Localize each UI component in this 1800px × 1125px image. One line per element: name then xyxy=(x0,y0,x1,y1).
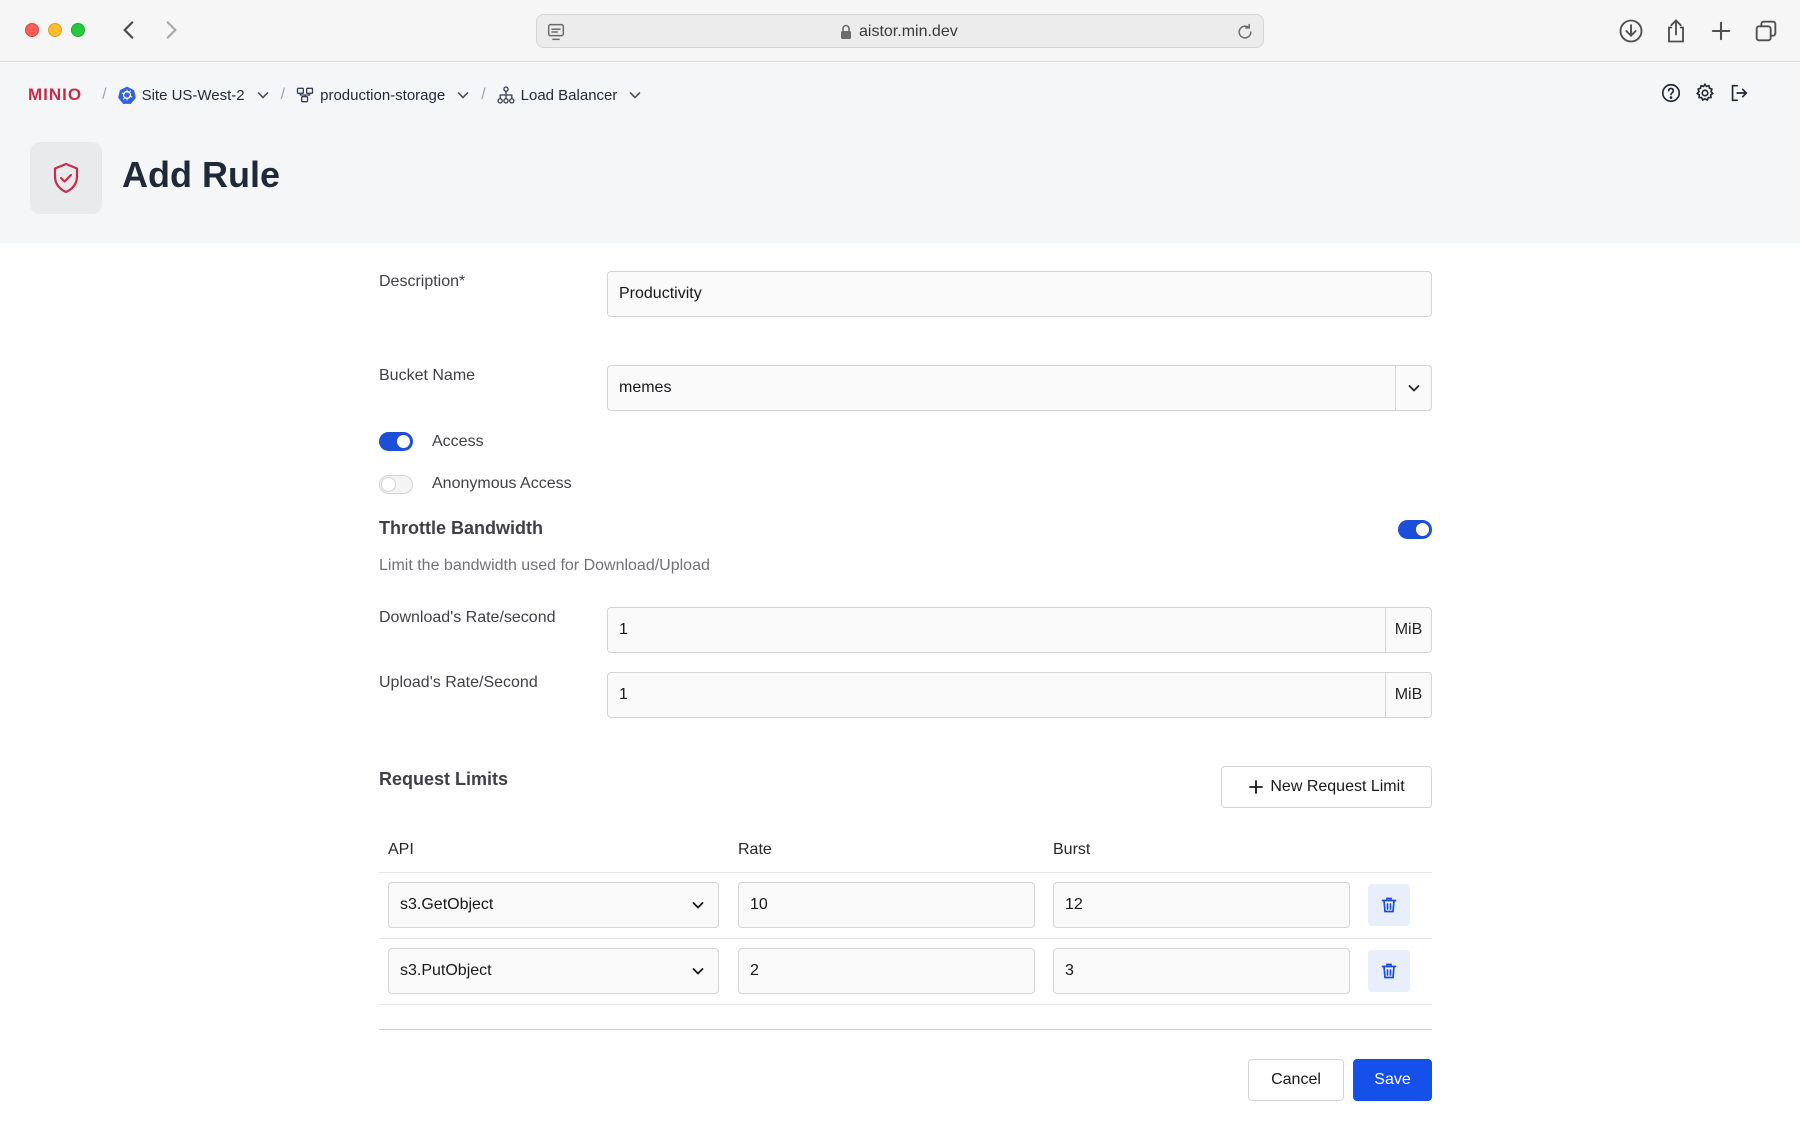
forward-icon[interactable] xyxy=(158,17,184,43)
rate-input[interactable]: 2 xyxy=(738,948,1035,994)
close-window-button[interactable] xyxy=(25,23,39,37)
table-row-divider xyxy=(379,938,1432,939)
load-balancer-icon xyxy=(497,86,515,104)
address-bar[interactable]: aistor.min.dev xyxy=(536,14,1264,48)
cancel-button-label: Cancel xyxy=(1271,1071,1321,1088)
page-menu-icon[interactable] xyxy=(545,21,567,43)
upload-rate-label: Upload's Rate/Second xyxy=(379,674,538,691)
bucket-name-value: memes xyxy=(619,379,672,396)
trash-icon xyxy=(1381,963,1397,979)
chevron-down-icon xyxy=(457,92,469,99)
download-rate-value: 1 xyxy=(619,621,628,638)
throttle-helper-text: Limit the bandwidth used for Download/Up… xyxy=(379,557,710,574)
burst-value: 12 xyxy=(1065,896,1083,913)
shield-check-icon xyxy=(53,162,79,194)
chevron-down-icon[interactable] xyxy=(1395,366,1431,410)
chevron-down-icon xyxy=(692,902,704,909)
burst-input[interactable]: 3 xyxy=(1053,948,1350,994)
reload-icon[interactable] xyxy=(1235,22,1255,42)
breadcrumb-section[interactable]: Load Balancer xyxy=(496,85,644,105)
anonymous-access-label: Anonymous Access xyxy=(432,475,572,492)
delete-row-button[interactable] xyxy=(1368,950,1410,992)
breadcrumb-site-label: Site US-West-2 xyxy=(141,86,245,104)
rate-value: 10 xyxy=(750,896,768,913)
api-select[interactable]: s3.GetObject xyxy=(388,882,719,928)
api-select-value: s3.GetObject xyxy=(400,896,494,913)
bucket-name-select[interactable]: memes xyxy=(607,365,1432,411)
description-input[interactable]: Productivity xyxy=(607,271,1432,317)
breadcrumb-section-label: Load Balancer xyxy=(520,86,618,104)
app-header: MINIO / Site US-West-2 / production-stor… xyxy=(0,62,1800,243)
download-rate-input[interactable]: 1 MiB xyxy=(607,607,1432,653)
share-icon[interactable] xyxy=(1662,17,1690,45)
back-icon[interactable] xyxy=(116,17,142,43)
new-request-limit-label: New Request Limit xyxy=(1270,778,1405,795)
browser-toolbar: aistor.min.dev xyxy=(0,0,1800,62)
zoom-window-button[interactable] xyxy=(71,23,85,37)
chevron-down-icon xyxy=(257,92,268,99)
page-icon-container xyxy=(30,142,102,214)
header-tools xyxy=(1660,82,1750,104)
minio-logo[interactable]: MINIO xyxy=(28,85,82,105)
kubernetes-icon xyxy=(117,86,136,104)
download-icon[interactable] xyxy=(1617,17,1645,45)
table-row-divider xyxy=(379,1004,1432,1005)
api-select-value: s3.PutObject xyxy=(400,962,492,979)
lock-icon xyxy=(838,23,854,41)
chevron-down-icon xyxy=(630,92,641,99)
download-rate-label: Download's Rate/second xyxy=(379,609,556,626)
cluster-icon xyxy=(296,87,314,103)
tab-overview-icon[interactable] xyxy=(1752,17,1780,45)
description-value: Productivity xyxy=(619,285,702,302)
save-button[interactable]: Save xyxy=(1353,1059,1432,1101)
settings-icon[interactable] xyxy=(1694,82,1716,104)
chevron-down-icon xyxy=(692,968,704,975)
breadcrumb-separator: / xyxy=(481,86,486,103)
form-footer-divider xyxy=(379,1029,1432,1030)
download-rate-unit: MiB xyxy=(1385,608,1431,652)
upload-rate-unit: MiB xyxy=(1385,673,1431,717)
plus-icon xyxy=(1249,780,1264,794)
new-tab-icon[interactable] xyxy=(1707,17,1735,45)
anonymous-access-toggle[interactable] xyxy=(379,475,413,494)
column-header-rate: Rate xyxy=(738,841,772,858)
breadcrumb-separator: / xyxy=(102,86,107,103)
breadcrumb-bucket-group-label: production-storage xyxy=(320,86,446,104)
logout-icon[interactable] xyxy=(1728,82,1750,104)
rate-value: 2 xyxy=(750,962,759,979)
column-header-burst: Burst xyxy=(1053,841,1091,858)
api-select[interactable]: s3.PutObject xyxy=(388,948,719,994)
access-label: Access xyxy=(432,433,484,450)
request-limits-title: Request Limits xyxy=(379,769,509,789)
cancel-button[interactable]: Cancel xyxy=(1248,1059,1344,1101)
delete-row-button[interactable] xyxy=(1368,884,1410,926)
url-text: aistor.min.dev xyxy=(859,23,958,40)
table-header-divider xyxy=(379,872,1432,873)
upload-rate-value: 1 xyxy=(619,686,628,703)
upload-rate-input[interactable]: 1 MiB xyxy=(607,672,1432,718)
breadcrumb-separator: / xyxy=(280,86,286,103)
save-button-label: Save xyxy=(1374,1071,1411,1088)
help-icon[interactable] xyxy=(1660,82,1682,104)
bucket-name-label: Bucket Name xyxy=(379,367,476,384)
minimize-window-button[interactable] xyxy=(48,23,62,37)
column-header-api: API xyxy=(388,841,414,858)
rate-input[interactable]: 10 xyxy=(738,882,1035,928)
throttle-bandwidth-toggle[interactable] xyxy=(1398,520,1432,539)
new-request-limit-button[interactable]: New Request Limit xyxy=(1221,766,1432,808)
burst-input[interactable]: 12 xyxy=(1053,882,1350,928)
breadcrumb: MINIO / Site US-West-2 / production-stor… xyxy=(28,82,643,108)
page-title: Add Rule xyxy=(122,154,280,195)
burst-value: 3 xyxy=(1065,962,1074,979)
breadcrumb-bucket-group[interactable]: production-storage xyxy=(295,85,471,105)
description-label: Description* xyxy=(379,273,466,290)
trash-icon xyxy=(1381,897,1397,913)
throttle-bandwidth-title: Throttle Bandwidth xyxy=(379,518,543,538)
access-toggle[interactable] xyxy=(379,432,413,451)
breadcrumb-site[interactable]: Site US-West-2 xyxy=(117,85,271,105)
